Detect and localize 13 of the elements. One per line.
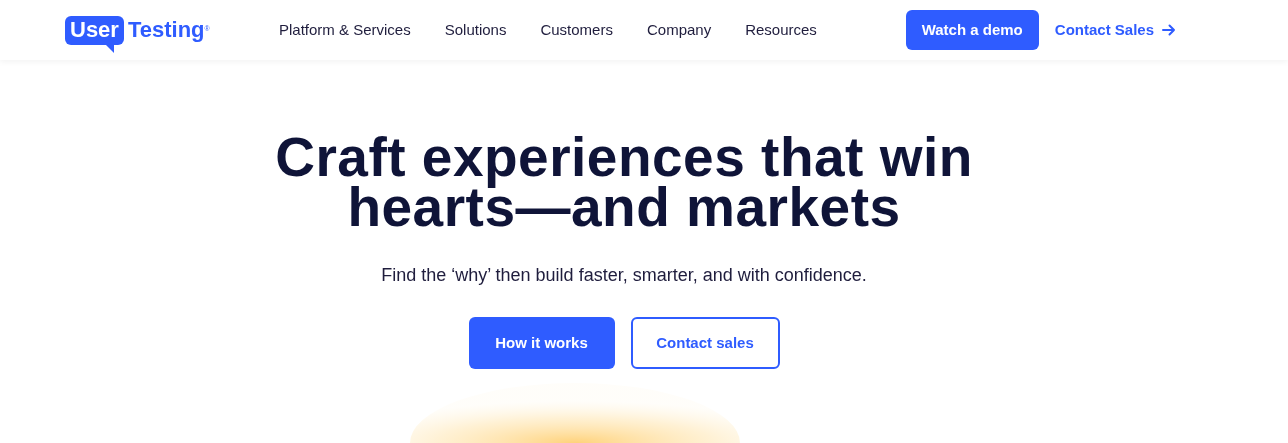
contact-sales-button[interactable]: Contact sales <box>630 317 780 369</box>
nav-link[interactable]: Customers <box>540 18 613 42</box>
watch-demo-button[interactable]: Watch a demo <box>905 10 1039 50</box>
hero-subtitle: Find the ‘why’ then build faster, smarter, and with confidence. <box>381 264 867 287</box>
how-it-works-button[interactable]: How it works <box>468 317 615 369</box>
hero-title: Craft experiences that win hearts—and markets <box>275 132 973 232</box>
nav-link[interactable]: Company <box>646 18 712 42</box>
nav-link[interactable]: Resources <box>745 18 817 42</box>
arrow-right-icon <box>1162 23 1176 37</box>
logo-wordmark[interactable]: Testing <box>127 19 205 41</box>
contact-sales-link[interactable]: Contact Sales <box>1054 18 1176 42</box>
nav-link[interactable]: Platform & Services <box>279 18 411 42</box>
nav-link[interactable]: Solutions <box>444 18 507 42</box>
